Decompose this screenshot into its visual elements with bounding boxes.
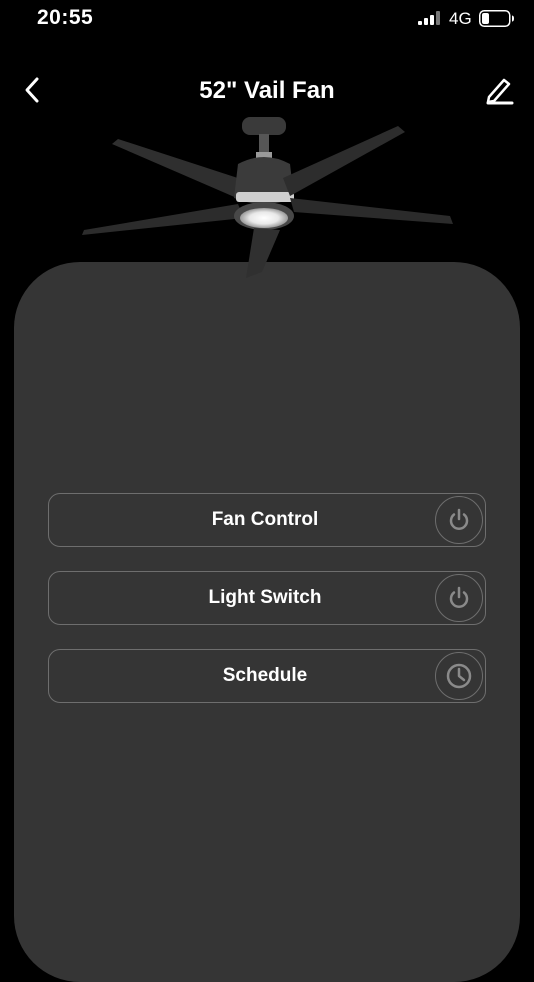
header: 52" Vail Fan (0, 60, 534, 120)
fan-control-button[interactable]: Fan Control (48, 493, 486, 547)
fan-control-label: Fan Control (211, 509, 319, 530)
clock-icon-glyph (446, 663, 472, 689)
page-title: 52" Vail Fan (199, 77, 335, 104)
light-switch-label: Light Switch (208, 587, 322, 608)
status-time: 20:55 (37, 6, 94, 29)
cellular-signal-icon (418, 11, 440, 25)
schedule-label: Schedule (222, 665, 308, 686)
power-icon-glyph (449, 586, 469, 608)
status-bar: 20:55 4G (0, 0, 534, 40)
clock-icon[interactable] (435, 652, 483, 700)
ceiling-fan-image (82, 117, 453, 278)
network-type: 4G (449, 9, 472, 28)
schedule-button[interactable]: Schedule (48, 649, 486, 703)
light-switch-button[interactable]: Light Switch (48, 571, 486, 625)
pencil-icon (486, 78, 514, 105)
power-icon[interactable] (435, 496, 483, 544)
battery-low-icon (479, 10, 514, 27)
power-icon-glyph (449, 508, 469, 530)
power-icon[interactable] (435, 574, 483, 622)
control-list: Fan Control Light Switch Schedule (48, 493, 486, 727)
edit-button[interactable] (480, 72, 520, 108)
